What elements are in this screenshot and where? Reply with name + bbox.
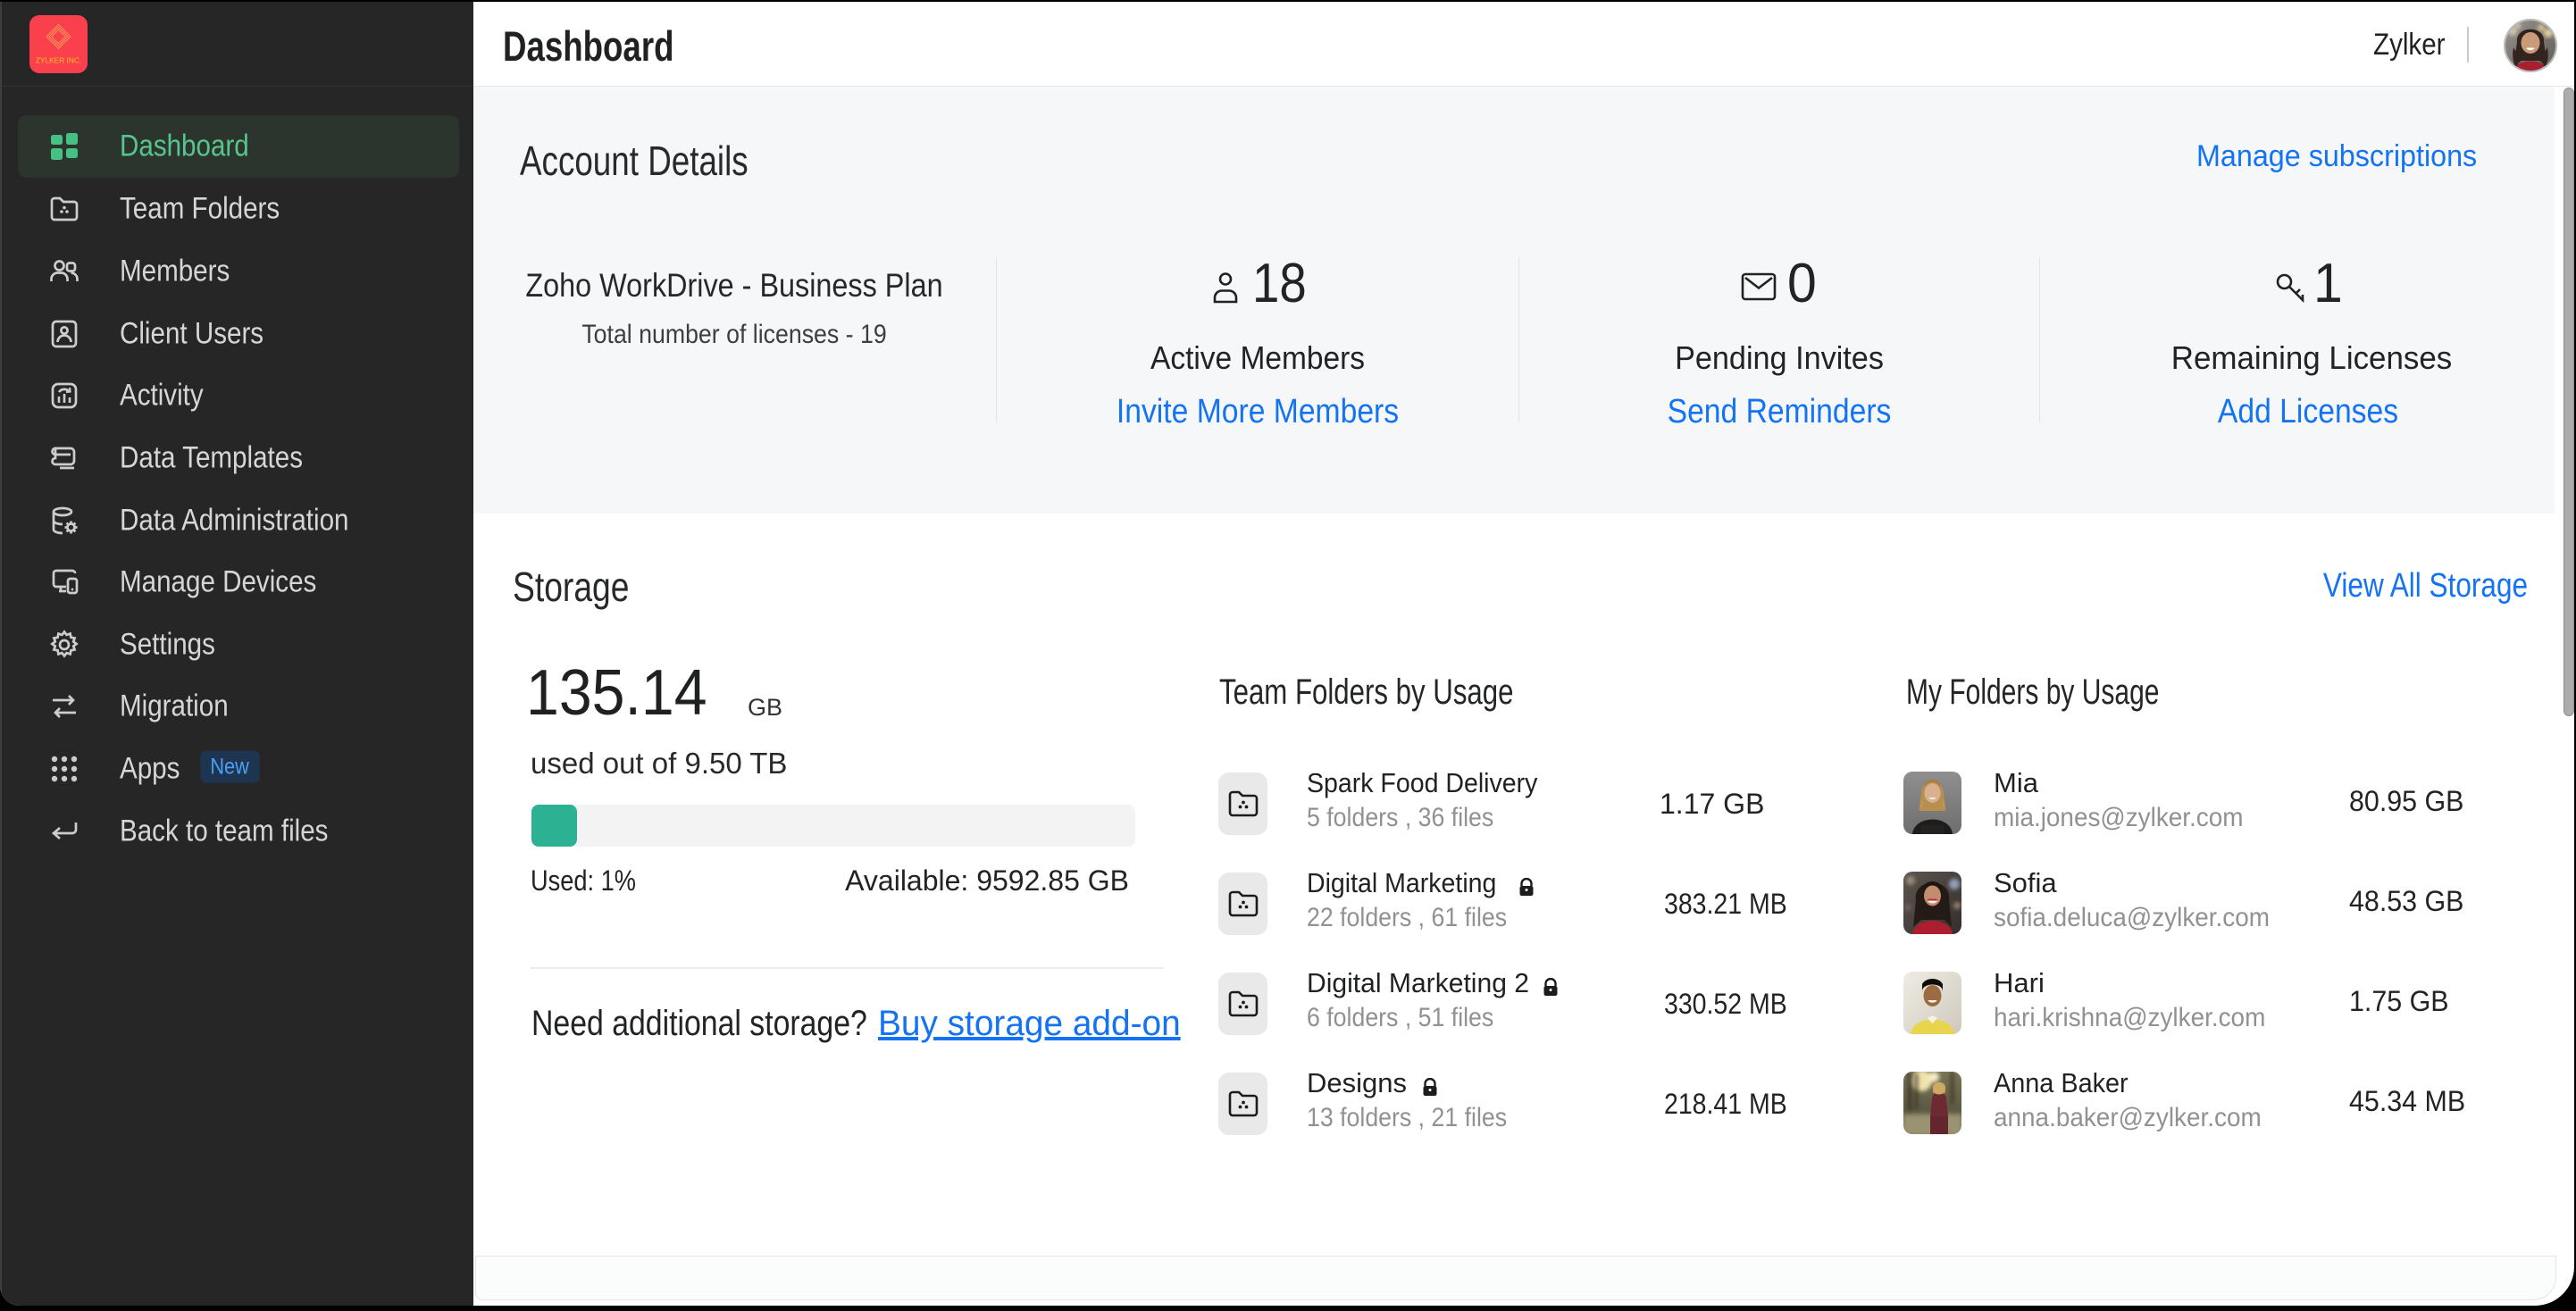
svg-text:ZYLKER INC.: ZYLKER INC. [36,56,81,65]
